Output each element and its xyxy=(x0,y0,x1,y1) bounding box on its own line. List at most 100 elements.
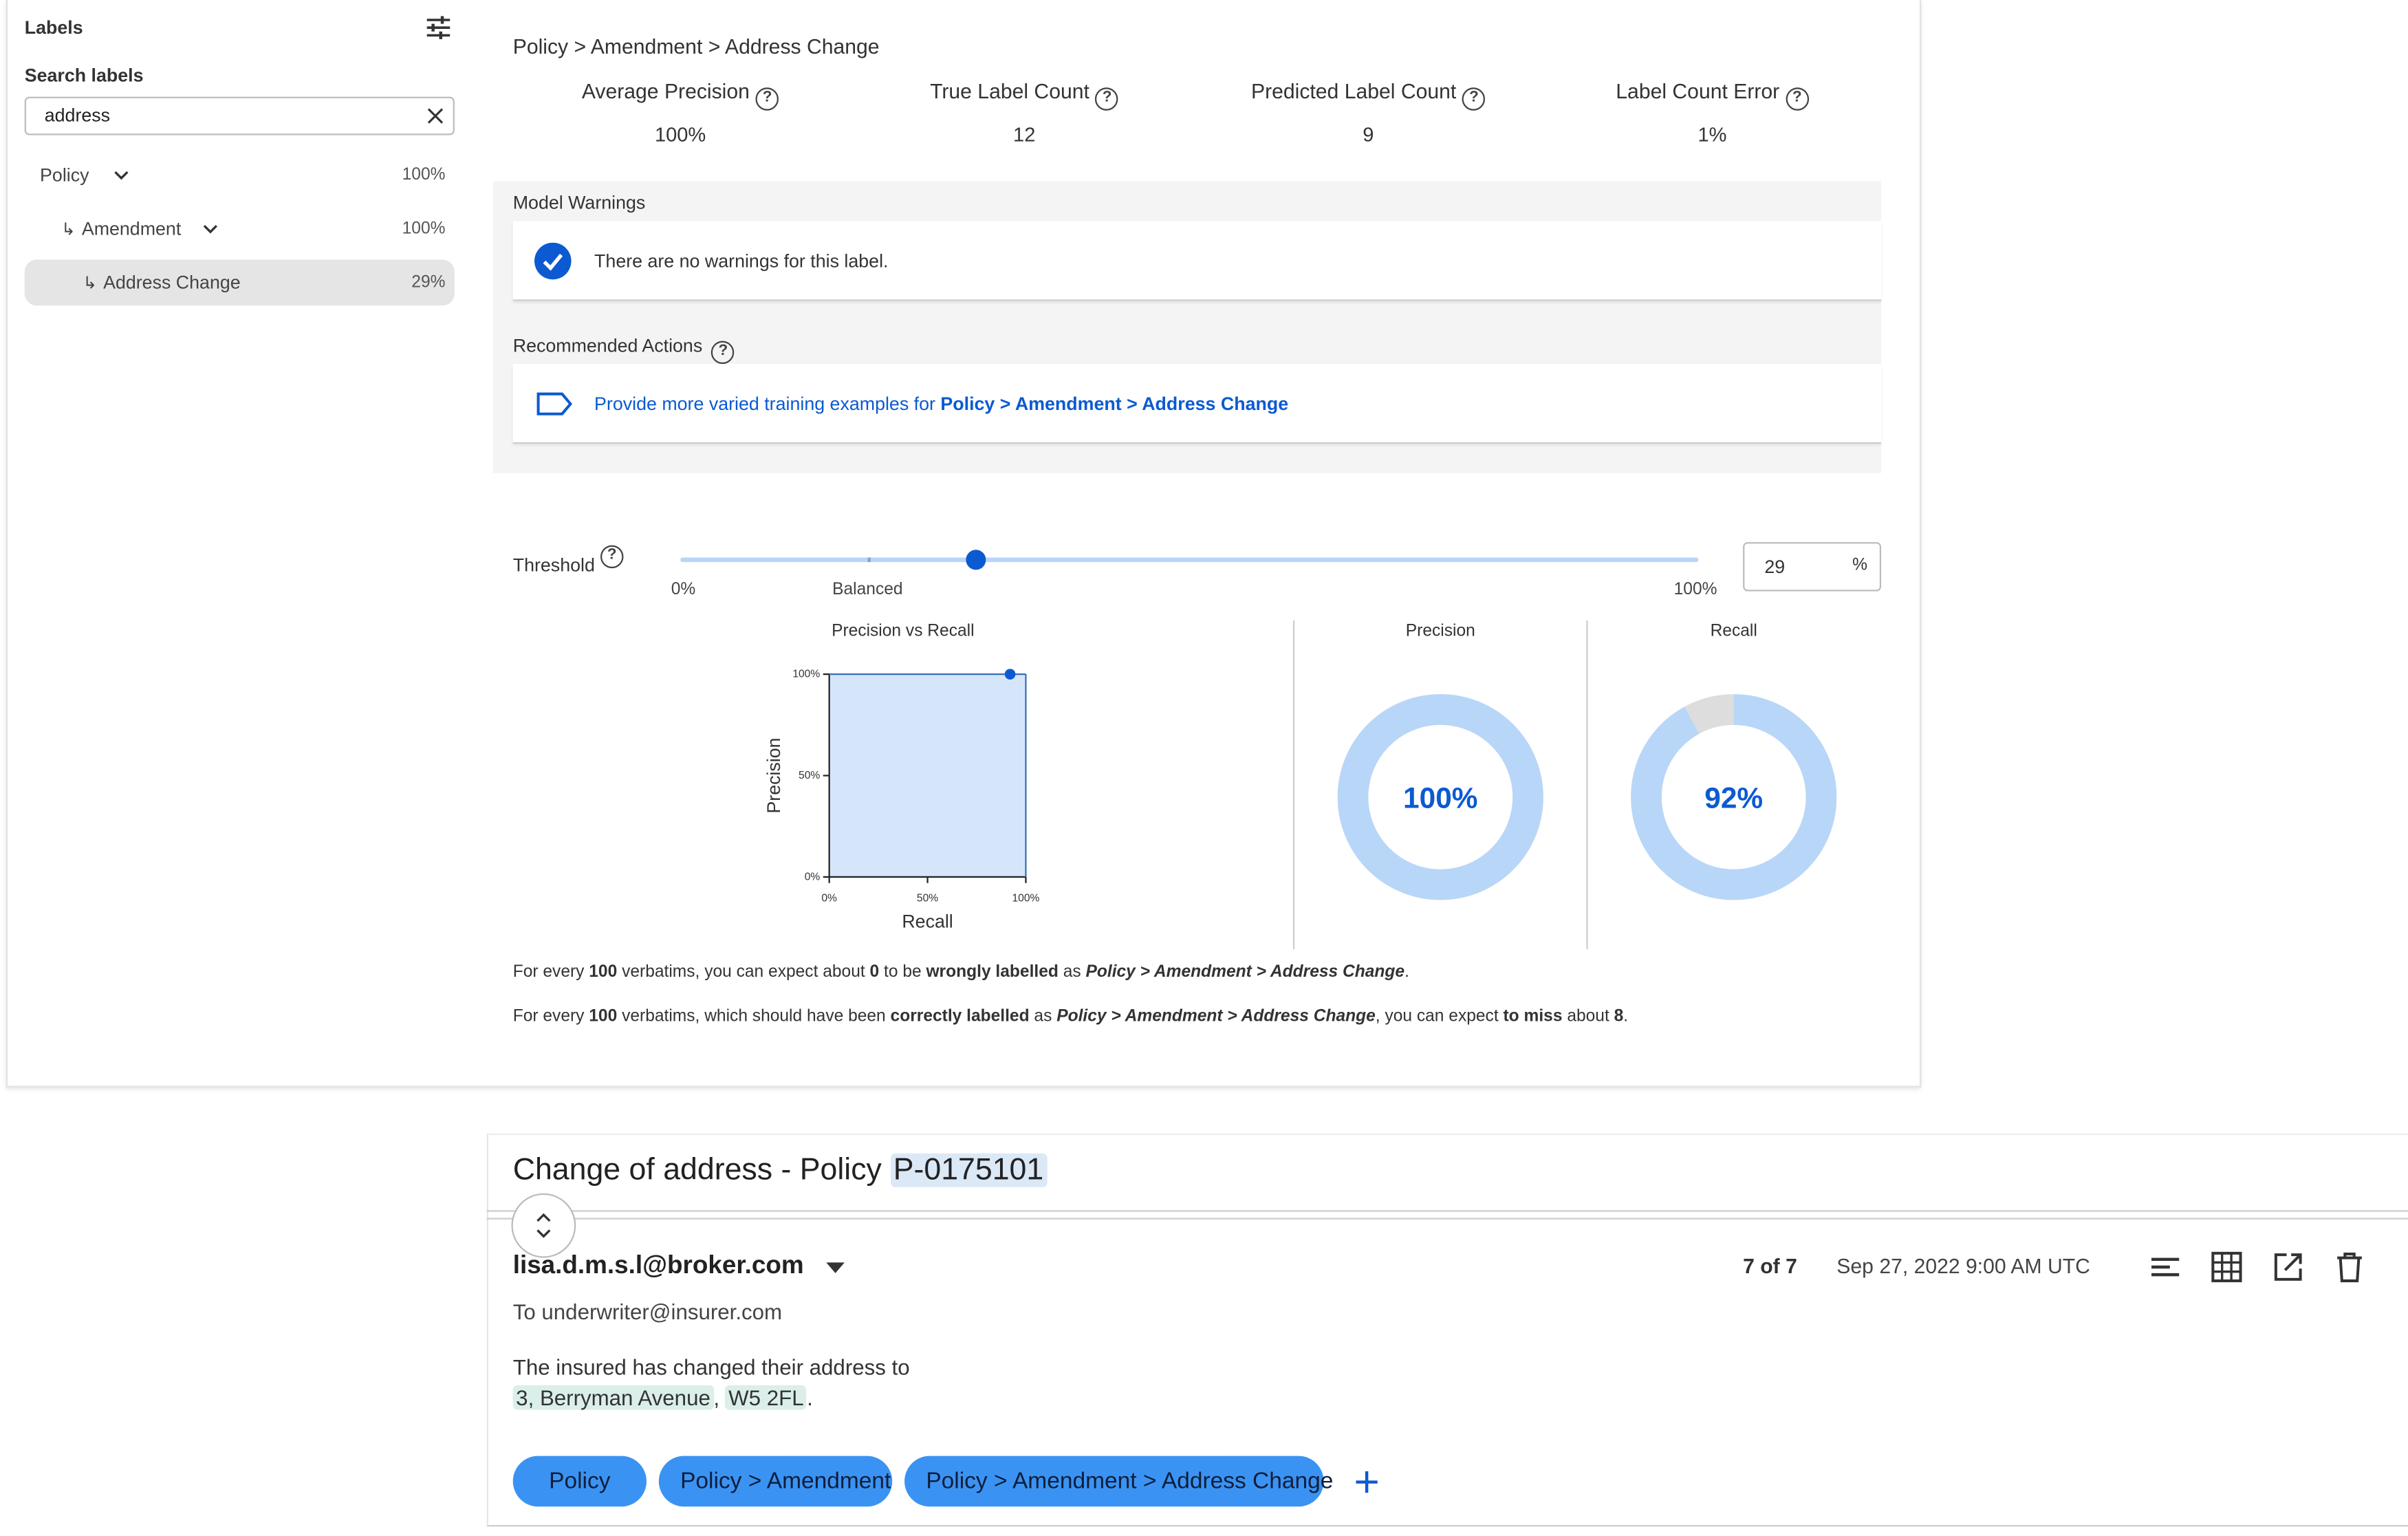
help-icon[interactable]: ? xyxy=(1095,87,1119,111)
metric-predicted-label-count: Predicted Label Count? 9 xyxy=(1200,80,1537,146)
action-link[interactable]: Provide more varied training examples fo… xyxy=(594,393,1288,415)
clear-search-icon[interactable] xyxy=(427,107,444,125)
precision-recall-chart: 100% 50% 0% 0% 50% 100% Recall Precision xyxy=(763,669,1039,932)
metric-value: 1% xyxy=(1697,122,1727,147)
help-icon[interactable]: ? xyxy=(711,340,735,365)
trash-icon[interactable] xyxy=(2332,1250,2366,1284)
threshold-slider-thumb[interactable] xyxy=(965,550,986,570)
pvr-chart-title: Precision vs Recall xyxy=(832,622,975,641)
tree-item-policy[interactable]: Policy 100% xyxy=(25,152,455,198)
tree-item-label: Policy xyxy=(40,164,89,186)
child-arrow-icon: ↳ xyxy=(61,220,76,239)
precision-title: Precision xyxy=(1405,622,1475,641)
metric-value: 9 xyxy=(1363,122,1374,147)
y-tick-label: 100% xyxy=(792,669,820,680)
metric-label: Predicted Label Count xyxy=(1250,80,1457,103)
slider-max-label: 100% xyxy=(1673,580,1717,599)
expand-collapse-icon xyxy=(536,1213,551,1238)
separator-text: . xyxy=(807,1385,813,1410)
tree-item-pct: 100% xyxy=(402,166,446,184)
filter-settings-icon[interactable] xyxy=(425,15,451,40)
percent-unit: % xyxy=(1852,556,1867,575)
email-body-line2: 3, Berryman Avenue, W5 2FL. xyxy=(512,1385,813,1410)
divider xyxy=(1586,620,1588,949)
y-tick-label: 0% xyxy=(805,871,821,883)
precision-donut: 100% xyxy=(1337,694,1543,900)
child-arrow-icon: ↳ xyxy=(83,274,98,293)
tree-item-amendment[interactable]: ↳ Amendment 100% xyxy=(25,206,455,252)
action-text: Provide more varied training examples fo… xyxy=(594,393,941,415)
divider xyxy=(486,1218,2408,1220)
metric-label: Average Precision xyxy=(581,80,750,103)
check-circle-icon xyxy=(534,242,572,280)
label-chip-amendment[interactable]: Policy > Amendment xyxy=(658,1456,893,1507)
slider-balanced-label: Balanced xyxy=(832,580,903,599)
divider xyxy=(1292,620,1295,949)
recommended-actions-label: Recommended Actions xyxy=(512,334,703,356)
chevron-down-icon[interactable] xyxy=(113,170,129,181)
recall-title: Recall xyxy=(1710,622,1757,641)
action-card[interactable]: Provide more varied training examples fo… xyxy=(512,364,1882,444)
help-icon[interactable]: ? xyxy=(1462,87,1486,111)
table-view-icon[interactable] xyxy=(2210,1250,2244,1284)
email-subject: Change of address - Policy P-0175101 xyxy=(512,1153,1047,1189)
warnings-card: There are no warnings for this label. xyxy=(512,221,1882,301)
precision-value: 100% xyxy=(1403,781,1477,814)
metric-value: 100% xyxy=(654,122,706,147)
threshold-title: Threshold xyxy=(512,554,595,576)
metric-label-count-error: Label Count Error? 1% xyxy=(1543,80,1881,146)
sidebar-title: Labels xyxy=(24,17,83,39)
model-warnings-title: Model Warnings xyxy=(512,192,646,214)
help-icon[interactable]: ? xyxy=(1786,87,1809,111)
tree-item-label: Address Change xyxy=(103,272,241,294)
open-external-icon[interactable] xyxy=(2271,1250,2305,1284)
tree-item-pct: 29% xyxy=(411,273,446,292)
label-chip-address-change[interactable]: Policy > Amendment > Address Change xyxy=(904,1456,1333,1507)
tree-item-pct: 100% xyxy=(402,219,446,239)
email-body-line1: The insured has changed their address to xyxy=(512,1354,910,1379)
metric-true-label-count: True Label Count? 12 xyxy=(856,80,1193,146)
y-axis-label: Precision xyxy=(763,737,784,813)
threshold-slider-track[interactable] xyxy=(680,557,1699,563)
search-labels-label: Search labels xyxy=(24,64,144,87)
x-tick-label: 100% xyxy=(1012,893,1039,905)
tree-item-address-change[interactable]: ↳ Address Change 29% xyxy=(24,259,455,306)
tree-item-label: Amendment xyxy=(81,218,182,240)
separator-text: , xyxy=(713,1385,726,1410)
divider xyxy=(486,1210,2408,1212)
pr-area xyxy=(829,674,1026,877)
sidebar: Labels Search labels address Policy 100%… xyxy=(0,0,476,1088)
threshold-input[interactable]: 29 % xyxy=(1743,542,1882,592)
help-icon[interactable]: ? xyxy=(600,545,624,569)
recall-value: 92% xyxy=(1704,781,1763,814)
y-tick-label: 50% xyxy=(799,770,820,781)
recommended-actions-title: Recommended Actions? xyxy=(512,334,735,365)
x-axis-label: Recall xyxy=(902,911,953,932)
postcode-entity[interactable]: W5 2FL xyxy=(725,1385,807,1410)
sender-address: lisa.d.m.s.l@broker.com xyxy=(512,1251,804,1279)
thread-position: 7 of 7 xyxy=(1743,1255,1797,1278)
label-chip-policy[interactable]: Policy xyxy=(512,1456,647,1507)
search-input-value: address xyxy=(44,104,111,127)
metric-average-precision: Average Precision? 100% xyxy=(511,80,849,146)
precision-sentence: For every 100 verbatims, you can expect … xyxy=(512,962,1409,982)
action-label-name: Policy > Amendment > Address Change xyxy=(940,393,1289,415)
add-label-icon[interactable] xyxy=(1353,1468,1380,1495)
email-recipient: To underwriter@insurer.com xyxy=(512,1299,783,1324)
collapse-thread-button[interactable] xyxy=(511,1193,576,1258)
policy-id-entity[interactable]: P-0175101 xyxy=(890,1153,1047,1187)
threshold-input-value: 29 xyxy=(1764,556,1786,578)
chevron-down-icon[interactable] xyxy=(203,224,218,235)
caret-down-icon[interactable] xyxy=(826,1262,845,1273)
address-entity[interactable]: 3, Berryman Avenue xyxy=(512,1385,714,1410)
email-timestamp: Sep 27, 2022 9:00 AM UTC xyxy=(1836,1255,2090,1278)
metric-label: Label Count Error xyxy=(1616,80,1780,103)
slider-min-label: 0% xyxy=(671,580,696,599)
text-format-icon[interactable] xyxy=(2149,1250,2182,1284)
pr-threshold-point xyxy=(1004,669,1016,680)
balanced-marker xyxy=(867,557,871,563)
subject-text: Change of address - Policy xyxy=(512,1153,891,1187)
recall-sentence: For every 100 verbatims, which should ha… xyxy=(512,1007,1629,1026)
help-icon[interactable]: ? xyxy=(755,87,779,111)
search-labels-input[interactable]: address xyxy=(24,96,455,136)
